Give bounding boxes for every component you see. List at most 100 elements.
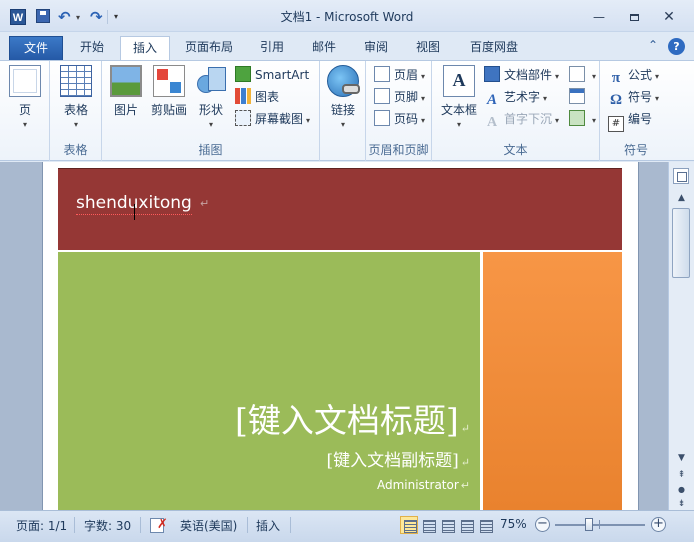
- group-illustrations: 图片 剪贴画 形状 ▾ SmartArt 图表 屏幕截图 ▾ 插图: [102, 61, 320, 161]
- tab-references[interactable]: 引用: [250, 36, 294, 60]
- smartart-button[interactable]: SmartArt: [235, 65, 309, 85]
- doc-title-placeholder[interactable]: [键入文档标题] ↵: [235, 394, 470, 442]
- chart-label: 图表: [255, 90, 280, 104]
- full-screen-reading-view-icon[interactable]: [419, 516, 437, 534]
- tab-page-layout[interactable]: 页面布局: [174, 36, 244, 60]
- tab-home[interactable]: 开始: [68, 36, 116, 60]
- clipart-button[interactable]: 剪贴画: [148, 65, 190, 118]
- page-number-label: 页码: [394, 112, 419, 126]
- screenshot-button[interactable]: 屏幕截图 ▾: [235, 109, 310, 129]
- table-button[interactable]: 表格 ▾: [60, 65, 92, 129]
- text-cursor: [134, 204, 135, 220]
- date-time-button[interactable]: [569, 87, 589, 107]
- textbox-button[interactable]: A 文本框 ▾: [438, 65, 480, 129]
- page-button[interactable]: 页 ▾: [9, 65, 41, 129]
- page-count[interactable]: 页面: 1/1: [16, 517, 67, 534]
- tab-review[interactable]: 审阅: [354, 36, 398, 60]
- page-number-button[interactable]: 页码 ▾: [374, 109, 425, 129]
- symbol-button[interactable]: Ω 符号 ▾: [608, 87, 660, 108]
- zoom-slider-track[interactable]: [555, 524, 645, 526]
- numbering-icon: #: [608, 116, 624, 132]
- wordart-label: 艺术字: [504, 90, 541, 104]
- chevron-down-icon: ▾: [655, 94, 660, 103]
- scroll-thumb[interactable]: [672, 208, 690, 278]
- symbol-label: 符号: [628, 90, 653, 104]
- dropcap-button[interactable]: A 首字下沉 ▾: [484, 109, 559, 130]
- insert-mode-indicator[interactable]: 插入: [256, 517, 280, 534]
- print-layout-view-icon[interactable]: [400, 516, 418, 534]
- proofing-error-icon[interactable]: [150, 517, 168, 533]
- link-icon: [327, 65, 360, 97]
- signature-line-button[interactable]: ▾: [569, 65, 596, 85]
- close-button[interactable]: ✕: [655, 8, 683, 26]
- chevron-down-icon: ▾: [555, 72, 560, 81]
- paragraph-mark: ↵: [460, 456, 470, 469]
- table-button-label: 表格: [63, 103, 88, 117]
- zoom-in-button[interactable]: +: [651, 517, 666, 532]
- cover-side-panel[interactable]: [483, 251, 622, 510]
- group-tables: 表格 ▾ 表格: [50, 61, 102, 161]
- chevron-down-icon: ▾: [456, 120, 461, 129]
- language-indicator[interactable]: 英语(美国): [180, 517, 237, 534]
- textbox-icon: A: [443, 65, 475, 97]
- tab-insert[interactable]: 插入: [120, 36, 170, 61]
- cover-title-panel[interactable]: [键入文档标题] ↵ [键入文档副标题] ↵ Administrator ↵: [58, 251, 482, 510]
- chevron-down-icon: ▾: [73, 120, 78, 129]
- group-header-footer: 页眉 ▾ 页脚 ▾ 页码 ▾ 页眉和页脚: [366, 61, 432, 161]
- clipart-button-label: 剪贴画: [150, 103, 187, 117]
- scroll-down-icon[interactable]: ▼: [673, 450, 690, 466]
- numbering-button[interactable]: # 编号: [608, 109, 652, 132]
- picture-button[interactable]: 图片: [108, 65, 144, 118]
- zoom-slider-thumb[interactable]: [585, 518, 593, 531]
- minimize-button[interactable]: —: [585, 8, 613, 26]
- chevron-down-icon: ▾: [421, 116, 426, 125]
- view-ruler-icon[interactable]: [673, 168, 689, 184]
- smartart-label: SmartArt: [255, 68, 310, 82]
- document-area[interactable]: shenduxitong ↵ [键入文档标题] ↵ [键入文档副标题] ↵ Admin…: [0, 162, 668, 510]
- tab-baidu-netdisk[interactable]: 百度网盘: [458, 36, 530, 60]
- date-time-icon: [569, 88, 585, 104]
- zoom-level[interactable]: 75%: [500, 517, 527, 531]
- clipart-icon: [153, 65, 185, 97]
- maximize-button[interactable]: [620, 8, 648, 26]
- chevron-down-icon: ▾: [340, 120, 345, 129]
- group-text: A 文本框 ▾ 文档部件 ▾ A 艺术字 ▾ A 首字下沉 ▾ ▾ ▾ 文本: [432, 61, 600, 161]
- zoom-out-button[interactable]: −: [535, 517, 550, 532]
- outline-view-icon[interactable]: [457, 516, 475, 534]
- equation-button[interactable]: π 公式 ▾: [608, 65, 659, 86]
- web-layout-view-icon[interactable]: [438, 516, 456, 534]
- quick-parts-button[interactable]: 文档部件 ▾: [484, 65, 559, 85]
- object-button[interactable]: ▾: [569, 109, 596, 129]
- link-button[interactable]: 链接 ▾: [327, 65, 360, 129]
- word-count[interactable]: 字数: 30: [84, 517, 131, 534]
- header-button[interactable]: 页眉 ▾: [374, 65, 425, 85]
- cover-header-band[interactable]: shenduxitong ↵: [58, 168, 622, 250]
- draft-view-icon[interactable]: [476, 516, 494, 534]
- shapes-button[interactable]: 形状 ▾: [194, 65, 228, 129]
- doc-subtitle-placeholder[interactable]: [键入文档副标题] ↵: [327, 446, 470, 471]
- doc-subtitle-text: [键入文档副标题]: [326, 451, 459, 471]
- previous-page-icon[interactable]: ⇞: [673, 467, 690, 483]
- tab-view[interactable]: 视图: [406, 36, 450, 60]
- doc-author[interactable]: Administrator ↵: [377, 478, 470, 492]
- status-separator: [74, 517, 75, 533]
- tab-mailings[interactable]: 邮件: [302, 36, 346, 60]
- maximize-icon: [629, 14, 639, 21]
- vertical-scrollbar[interactable]: ▲ ▼ ⇞ ● ⇟: [668, 162, 694, 510]
- minimize-ribbon-icon[interactable]: ⌃: [648, 38, 658, 52]
- chart-button[interactable]: 图表: [235, 87, 279, 107]
- scroll-up-icon[interactable]: ▲: [673, 190, 690, 206]
- group-label-illustrations: 插图: [198, 143, 223, 157]
- footer-button[interactable]: 页脚 ▾: [374, 87, 425, 107]
- page-icon: [9, 65, 41, 97]
- wordart-button[interactable]: A 艺术字 ▾: [484, 87, 547, 108]
- header-label: 页眉: [394, 68, 419, 82]
- doc-author-text: Administrator: [376, 478, 459, 492]
- header-icon: [374, 66, 390, 82]
- tab-file[interactable]: 文件: [9, 36, 63, 60]
- quick-parts-icon: [484, 66, 500, 82]
- chevron-down-icon: ▾: [421, 72, 426, 81]
- help-icon[interactable]: ?: [668, 38, 685, 55]
- smartart-icon: [235, 66, 251, 82]
- screenshot-label: 屏幕截图: [255, 112, 304, 126]
